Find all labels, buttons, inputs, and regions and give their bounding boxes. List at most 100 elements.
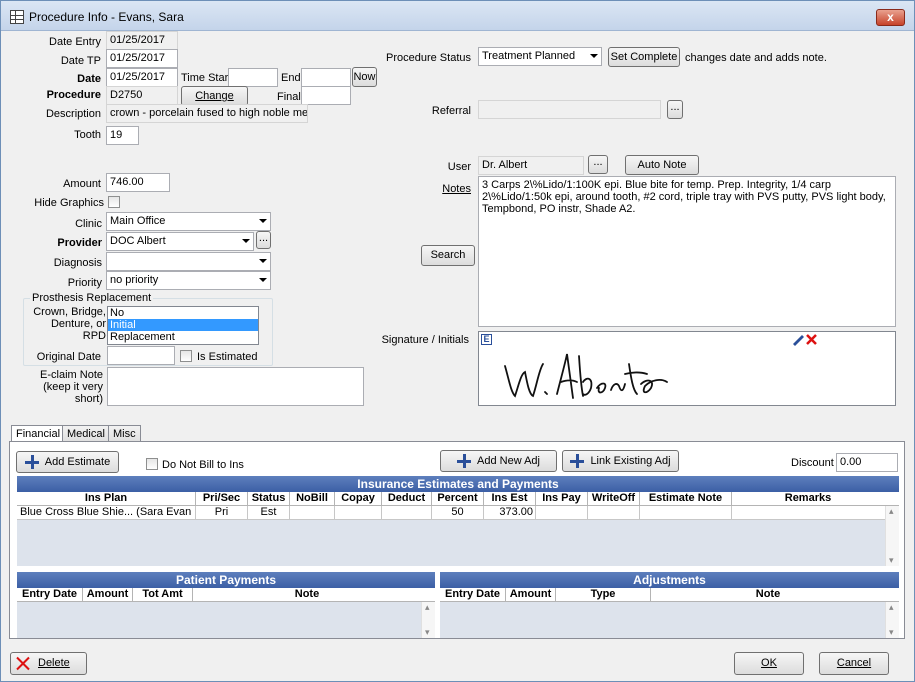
- now-button[interactable]: Now: [352, 67, 377, 87]
- user-label: User: [447, 161, 471, 173]
- add-new-adj-button[interactable]: Add New Adj: [440, 450, 557, 472]
- delete-button[interactable]: Delete: [10, 652, 87, 675]
- plus-icon: [457, 454, 471, 469]
- col-estimate-note[interactable]: Estimate Note: [640, 492, 732, 505]
- referral-field: [478, 100, 661, 119]
- cancel-button[interactable]: Cancel: [819, 652, 889, 675]
- hide-graphics-checkbox[interactable]: [108, 196, 120, 208]
- is-estimated-checkbox[interactable]: [180, 350, 192, 362]
- referral-pick-button[interactable]: ...: [667, 100, 683, 119]
- notes-field[interactable]: 3 Carps 2\%Lido/1:100K epi. Blue bite fo…: [478, 176, 896, 327]
- priority-value: no priority: [110, 274, 159, 286]
- clinic-label: Clinic: [75, 218, 102, 230]
- col-ins-plan[interactable]: Ins Plan: [17, 492, 196, 505]
- insurance-grid-header: Ins Plan Pri/Sec Status NoBill Copay Ded…: [17, 492, 899, 506]
- is-estimated-label: Is Estimated: [197, 351, 258, 363]
- provider-select[interactable]: DOC Albert: [106, 232, 254, 251]
- col-amount[interactable]: Amount: [83, 588, 133, 601]
- ok-button[interactable]: OK: [734, 652, 804, 675]
- col-writeoff[interactable]: WriteOff: [588, 492, 640, 505]
- adjustments-header: Entry Date Amount Type Note: [440, 588, 899, 602]
- close-button[interactable]: x: [876, 9, 905, 26]
- plus-icon: [24, 455, 39, 470]
- link-existing-adj-button[interactable]: Link Existing Adj: [562, 450, 679, 472]
- insurance-grid-scrollbar[interactable]: [885, 506, 899, 566]
- col-entry-date[interactable]: Entry Date: [17, 588, 83, 601]
- signature-drawing: [504, 353, 668, 399]
- signature-box[interactable]: E: [478, 331, 896, 406]
- prosthesis-option-no[interactable]: No: [108, 307, 258, 319]
- priority-select[interactable]: no priority: [106, 271, 271, 290]
- col-pri-sec[interactable]: Pri/Sec: [196, 492, 248, 505]
- time-start-field[interactable]: [228, 68, 278, 87]
- date-tp-field[interactable]: 01/25/2017: [106, 49, 178, 68]
- pen-icon[interactable]: [791, 332, 805, 346]
- search-button[interactable]: Search: [421, 245, 475, 266]
- clear-signature-icon[interactable]: [805, 333, 818, 346]
- date-tp-label: Date TP: [60, 55, 101, 67]
- add-estimate-button[interactable]: Add Estimate: [16, 451, 119, 473]
- link-existing-adj-label: Link Existing Adj: [590, 455, 671, 467]
- prosthesis-group-title: Prosthesis Replacement: [30, 292, 154, 304]
- col-note[interactable]: Note: [651, 588, 885, 601]
- discount-field[interactable]: 0.00: [836, 453, 898, 472]
- eclaim-note-field[interactable]: [107, 367, 364, 406]
- user-pick-button[interactable]: ...: [588, 155, 608, 174]
- provider-pick-button[interactable]: ...: [256, 231, 271, 249]
- tooth-field[interactable]: 19: [106, 126, 139, 145]
- diagnosis-label: Diagnosis: [53, 257, 102, 269]
- time-end-field[interactable]: [301, 68, 351, 87]
- description-field: crown - porcelain fused to high noble me…: [106, 104, 308, 123]
- amount-field[interactable]: 746.00: [106, 173, 170, 192]
- col-percent[interactable]: Percent: [432, 492, 484, 505]
- referral-label: Referral: [431, 105, 471, 117]
- patient-payments-title: Patient Payments: [17, 572, 435, 588]
- col-remarks[interactable]: Remarks: [732, 492, 884, 505]
- col-entry-date[interactable]: Entry Date: [440, 588, 506, 601]
- date-entry-field: 01/25/2017: [106, 31, 178, 50]
- col-copay[interactable]: Copay: [335, 492, 382, 505]
- adjustments-title: Adjustments: [440, 572, 899, 588]
- col-ins-est[interactable]: Ins Est: [484, 492, 536, 505]
- clinic-select[interactable]: Main Office: [106, 212, 271, 231]
- cell-remarks: [732, 506, 885, 519]
- procedure-status-select[interactable]: Treatment Planned: [478, 47, 602, 66]
- col-nobill[interactable]: NoBill: [290, 492, 335, 505]
- patient-payments-scrollbar[interactable]: [421, 602, 435, 638]
- hide-graphics-label: Hide Graphics: [34, 197, 104, 209]
- signature-type-badge: E: [481, 334, 492, 345]
- procedure-code-field: D2750: [106, 86, 178, 105]
- provider-value: DOC Albert: [110, 235, 166, 247]
- adjustments-scrollbar[interactable]: [885, 602, 899, 638]
- prosthesis-option-replacement[interactable]: Replacement: [108, 331, 258, 343]
- col-note[interactable]: Note: [193, 588, 421, 601]
- do-not-bill-checkbox[interactable]: [146, 458, 158, 470]
- cell-ins-pay: [536, 506, 588, 519]
- set-complete-button[interactable]: Set Complete: [608, 47, 680, 67]
- change-button-label: Change: [195, 90, 234, 102]
- description-label: Description: [45, 108, 101, 120]
- col-ins-pay[interactable]: Ins Pay: [536, 492, 588, 505]
- cancel-label: Cancel: [836, 657, 872, 669]
- col-deduct[interactable]: Deduct: [382, 492, 432, 505]
- user-field: Dr. Albert: [478, 156, 584, 175]
- prosthesis-option-initial[interactable]: Initial: [108, 319, 258, 331]
- chevron-down-icon: [259, 278, 267, 282]
- final-field[interactable]: [301, 86, 351, 105]
- auto-note-button[interactable]: Auto Note: [625, 155, 699, 175]
- prosthesis-listbox[interactable]: No Initial Replacement: [107, 306, 259, 345]
- col-tot-amt[interactable]: Tot Amt: [133, 588, 193, 601]
- adjustments-body: [440, 602, 885, 638]
- diagnosis-select[interactable]: [106, 252, 271, 271]
- change-button[interactable]: Change: [181, 86, 248, 106]
- col-amount[interactable]: Amount: [506, 588, 556, 601]
- original-date-field[interactable]: [107, 346, 175, 365]
- provider-label: Provider: [57, 237, 102, 249]
- date-field[interactable]: 01/25/2017: [106, 68, 178, 87]
- cell-status: Est: [248, 506, 290, 519]
- date-label: Date: [77, 73, 101, 85]
- chevron-down-icon: [242, 239, 250, 243]
- col-type[interactable]: Type: [556, 588, 651, 601]
- table-row[interactable]: Blue Cross Blue Shie... (Sara Evan Pri E…: [17, 506, 885, 520]
- col-status[interactable]: Status: [248, 492, 290, 505]
